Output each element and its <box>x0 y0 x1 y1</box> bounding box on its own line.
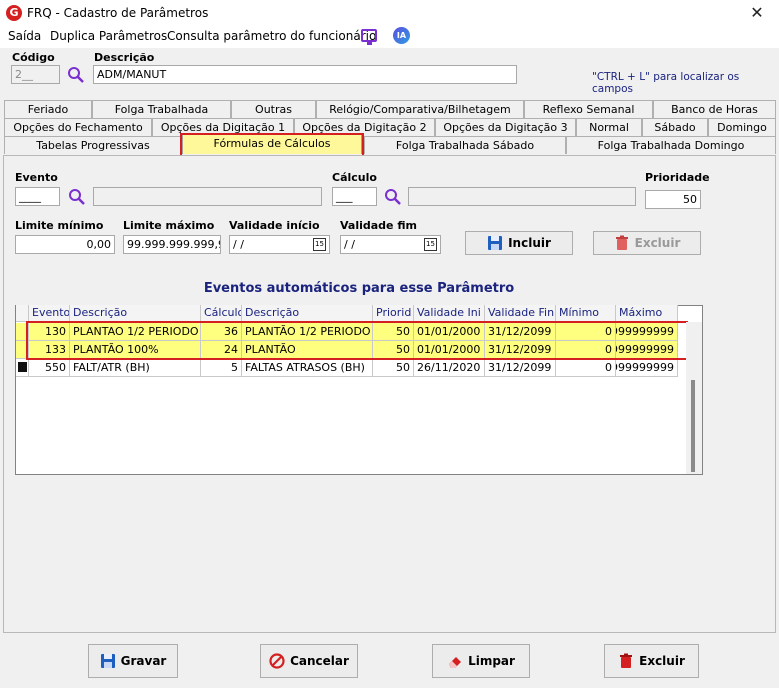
tab-feriado[interactable]: Feriado <box>4 100 92 118</box>
menu-item-duplica-parametros[interactable]: Duplica Parâmetros <box>50 28 167 44</box>
grid-header-prioridade[interactable]: Priorid <box>373 305 414 322</box>
tab-tabelas-progressivas[interactable]: Tabelas Progressivas <box>4 136 182 154</box>
excluir-button-label: Excluir <box>639 654 685 668</box>
calculo-search-icon[interactable] <box>384 188 402 206</box>
window-title: FRQ - Cadastro de Parâmetros <box>27 6 209 20</box>
validade-fim-calendar-icon[interactable]: 15 <box>424 238 437 251</box>
tab-normal[interactable]: Normal <box>576 118 642 136</box>
row-validade-ini: 26/11/2020 <box>414 359 485 377</box>
cancel-icon <box>269 653 285 669</box>
evento-descricao-input <box>93 187 322 206</box>
tab-folga-trabalhada[interactable]: Folga Trabalhada <box>92 100 231 118</box>
calculo-input[interactable]: ___ <box>332 187 377 206</box>
ia-icon[interactable]: IA <box>393 27 410 44</box>
row-descricao: FALT/ATR (BH) <box>70 359 201 377</box>
row-selected-marker-icon <box>18 362 27 372</box>
grid-header-indicator <box>16 305 29 322</box>
calculo-label: Cálculo <box>332 171 377 184</box>
trash-icon <box>620 653 633 668</box>
tab-sabado[interactable]: Sábado <box>642 118 708 136</box>
tab-opcoes-digitacao-3[interactable]: Opções da Digitação 3 <box>435 118 576 136</box>
cancelar-button-label: Cancelar <box>290 654 349 668</box>
calculo-descricao-input <box>408 187 636 206</box>
tab-relogio[interactable]: Relógio/Comparativa/Bilhetagem <box>316 100 524 118</box>
save-icon <box>100 654 115 668</box>
excluir-item-button[interactable]: Excluir <box>593 231 701 255</box>
validade-inicio-label: Validade início <box>229 219 320 232</box>
tab-opcoes-fechamento[interactable]: Opções do Fechamento <box>4 118 152 136</box>
grid-header-calculo[interactable]: Cálculo <box>201 305 242 322</box>
menu-item-consulta-parametro[interactable]: Consulta parâmetro do funcionário <box>167 28 376 44</box>
close-icon[interactable]: ✕ <box>746 3 768 23</box>
cancelar-button[interactable]: Cancelar <box>260 644 358 678</box>
menu-item-saida[interactable]: Saída <box>8 28 41 44</box>
tab-banco-de-horas[interactable]: Banco de Horas <box>653 100 776 118</box>
row-minimo: 0 <box>556 359 616 377</box>
tab-reflexo-semanal[interactable]: Reflexo Semanal <box>524 100 653 118</box>
descricao-input[interactable]: ADM/MANUT <box>93 65 517 84</box>
gravar-button[interactable]: Gravar <box>88 644 178 678</box>
eraser-icon <box>449 657 462 668</box>
excluir-item-button-label: Excluir <box>634 236 681 250</box>
evento-search-icon[interactable] <box>68 188 86 206</box>
highlight-box-rows <box>26 321 688 360</box>
incluir-button-label: Incluir <box>508 236 551 250</box>
tab-folga-trabalhada-sabado[interactable]: Folga Trabalhada Sábado <box>364 136 566 154</box>
limpar-button-label: Limpar <box>468 654 515 668</box>
codigo-input[interactable]: 2__ <box>11 65 60 84</box>
tab-folga-trabalhada-domingo[interactable]: Folga Trabalhada Domingo <box>566 136 776 154</box>
validade-inicio-calendar-icon[interactable]: 15 <box>313 238 326 251</box>
grid-header-minimo[interactable]: Mínimo <box>556 305 616 322</box>
limpar-button[interactable]: Limpar <box>432 644 530 678</box>
incluir-button[interactable]: Incluir <box>465 231 573 255</box>
grid-title: Eventos automáticos para esse Parâmetro <box>203 281 515 296</box>
excluir-button[interactable]: Excluir <box>604 644 699 678</box>
grid-scrollbar-thumb[interactable] <box>691 380 695 472</box>
codigo-search-icon[interactable] <box>67 66 85 84</box>
grid-header-maximo[interactable]: Máximo <box>616 305 678 322</box>
row-maximo: 9999999999 <box>616 359 678 377</box>
validade-fim-label: Validade fim <box>340 219 417 232</box>
grid-header-validade-ini[interactable]: Validade Ini <box>414 305 485 322</box>
highlight-box-tab <box>180 133 364 157</box>
row-indicator <box>16 359 29 377</box>
row-prioridade: 50 <box>373 359 414 377</box>
row-evento: 550 <box>29 359 70 377</box>
tab-domingo[interactable]: Domingo <box>708 118 776 136</box>
prioridade-label: Prioridade <box>645 171 710 184</box>
row-validade-fin: 31/12/2099 <box>485 359 556 377</box>
evento-input[interactable]: ____ <box>15 187 60 206</box>
grid-header-validade-fin[interactable]: Validade Fin <box>485 305 556 322</box>
grid-header-evento[interactable]: Evento <box>29 305 70 322</box>
codigo-label: Código <box>12 51 55 64</box>
limite-maximo-input[interactable]: 99.999.999.999,99 <box>123 235 221 254</box>
shortcut-hint: "CTRL + L" para localizar os campos <box>592 71 740 95</box>
trash-icon <box>615 235 628 250</box>
limite-minimo-input[interactable]: 0,00 <box>15 235 115 254</box>
monitor-icon[interactable] <box>361 29 377 45</box>
app-logo-icon: G <box>6 5 22 21</box>
limite-maximo-label: Limite máximo <box>123 219 215 232</box>
grid-header-descricao[interactable]: Descrição <box>70 305 201 322</box>
gravar-button-label: Gravar <box>120 654 167 668</box>
evento-label: Evento <box>15 171 58 184</box>
row-descricao-calculo: FALTAS ATRASOS (BH) <box>242 359 373 377</box>
row-calculo: 5 <box>201 359 242 377</box>
prioridade-input[interactable]: 50 <box>645 190 701 209</box>
grid-header-descricao-calculo[interactable]: Descrição <box>242 305 373 322</box>
tab-outras[interactable]: Outras <box>231 100 316 118</box>
save-icon <box>488 236 503 250</box>
limite-minimo-label: Limite mínimo <box>15 219 104 232</box>
descricao-label: Descrição <box>94 51 155 64</box>
